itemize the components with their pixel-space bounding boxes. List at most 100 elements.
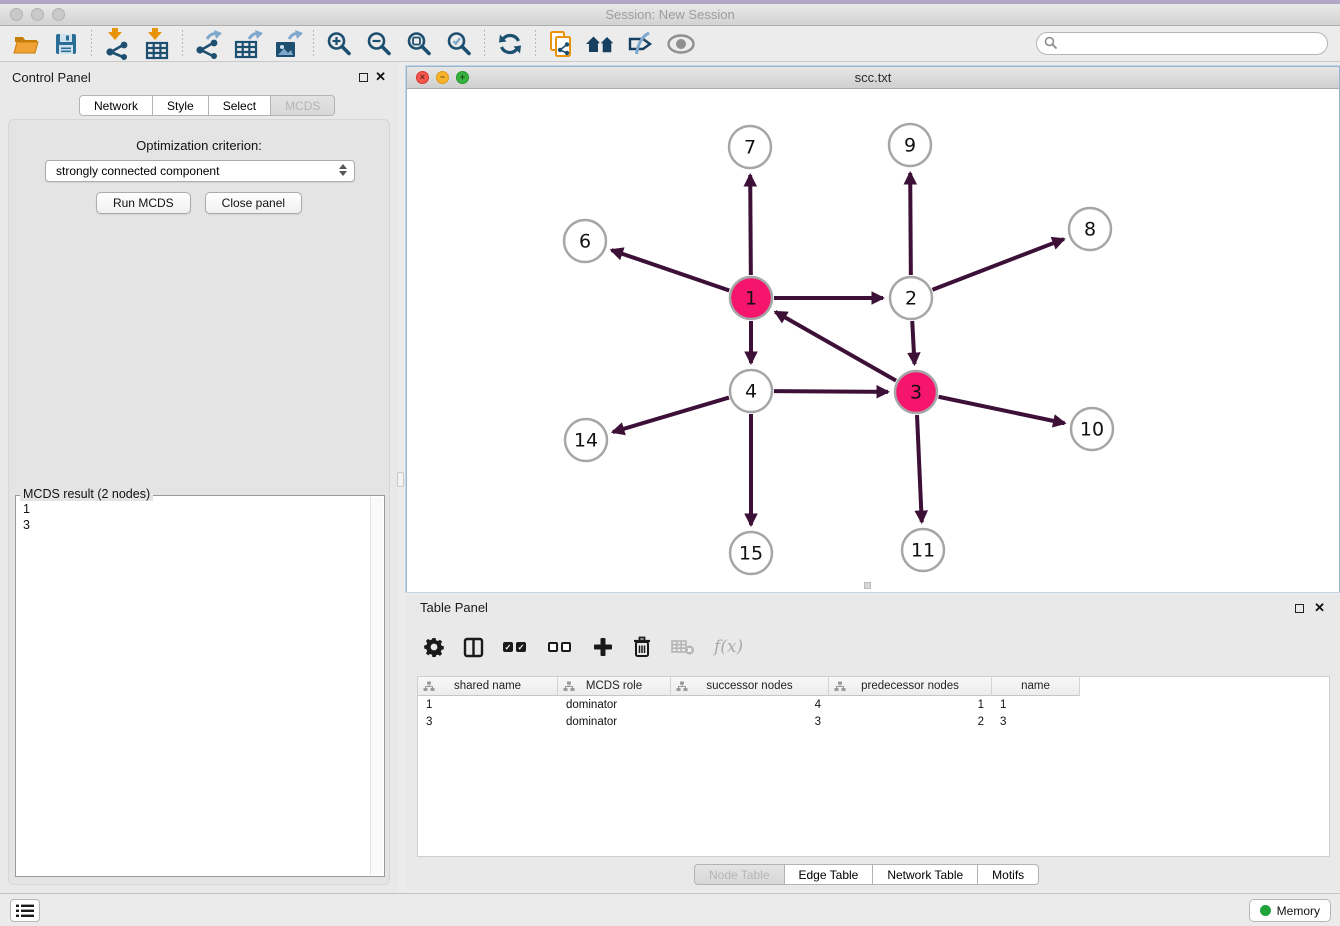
graph-node-9[interactable]: 9 <box>889 124 931 166</box>
tab-select[interactable]: Select <box>209 95 271 116</box>
minimize-view-icon[interactable]: − <box>436 71 449 84</box>
clone-network-icon <box>548 30 574 58</box>
memory-button[interactable]: Memory <box>1249 899 1331 922</box>
import-network-button[interactable] <box>97 28 137 60</box>
split-columns-button[interactable] <box>463 637 484 658</box>
import-table-button[interactable] <box>137 28 177 60</box>
float-table-panel-icon[interactable] <box>1295 604 1304 613</box>
view-resize-grip[interactable] <box>864 582 871 589</box>
add-column-button[interactable] <box>593 637 613 657</box>
tab-style[interactable]: Style <box>153 95 209 116</box>
zoom-in-button[interactable] <box>319 28 359 60</box>
application-window: Session: New Session <box>0 0 1340 926</box>
close-table-panel-icon[interactable]: ✕ <box>1314 600 1325 616</box>
label-off-button[interactable] <box>621 28 661 60</box>
network-window-titlebar[interactable]: × − + scc.txt <box>407 67 1339 89</box>
graph-edge-1-7[interactable] <box>750 175 751 275</box>
column-header-name[interactable]: name <box>992 677 1080 696</box>
double-home-icon <box>585 32 617 56</box>
svg-text:11: 11 <box>911 540 935 562</box>
network-graph: 7 9 6 8 1 2 4 3 14 10 15 11 <box>407 89 1339 591</box>
graph-edge-2-9[interactable] <box>910 173 911 275</box>
search-input[interactable] <box>1036 32 1328 55</box>
main-titlebar: Session: New Session <box>0 4 1340 26</box>
close-panel-button[interactable]: Close panel <box>205 192 302 214</box>
result-scrollbar[interactable] <box>370 497 383 875</box>
delete-selected-button[interactable] <box>632 636 652 658</box>
close-window-icon[interactable] <box>10 8 23 21</box>
task-history-button[interactable] <box>10 899 40 922</box>
graph-node-10[interactable]: 10 <box>1071 408 1113 450</box>
table-settings-button[interactable] <box>424 637 444 657</box>
splitter-handle[interactable] <box>397 472 404 487</box>
tab-network-table[interactable]: Network Table <box>873 864 978 885</box>
zoom-window-icon[interactable] <box>52 8 65 21</box>
clone-network-button[interactable] <box>541 28 581 60</box>
zoom-fit-button[interactable] <box>399 28 439 60</box>
mcds-panel: Optimization criterion: strongly connect… <box>8 119 390 885</box>
tab-node-table[interactable]: Node Table <box>694 864 785 885</box>
graph-edge-1-6[interactable] <box>611 250 729 290</box>
column-header-shared-name[interactable]: shared name <box>418 677 558 696</box>
eye-button[interactable] <box>661 28 701 60</box>
column-header-successor-nodes[interactable]: successor nodes <box>671 677 829 696</box>
tab-mcds[interactable]: MCDS <box>271 95 335 116</box>
zoom-selected-button[interactable] <box>439 28 479 60</box>
graph-node-2[interactable]: 2 <box>890 277 932 319</box>
graph-node-3[interactable]: 3 <box>895 371 937 413</box>
table-panel: Table Panel ✕ f(x) shared nameMCD <box>406 595 1340 891</box>
save-session-button[interactable] <box>46 28 86 60</box>
graph-node-1[interactable]: 1 <box>730 277 772 319</box>
table-row[interactable]: 3dominator323 <box>418 713 1329 730</box>
graph-node-15[interactable]: 15 <box>730 532 772 574</box>
graph-node-6[interactable]: 6 <box>564 220 606 262</box>
float-panel-icon[interactable] <box>359 73 368 82</box>
zoom-selected-icon <box>445 30 473 58</box>
mcds-result-list[interactable]: 13 <box>17 497 370 875</box>
minimize-window-icon[interactable] <box>31 8 44 21</box>
label-off-icon <box>627 31 655 57</box>
column-header-predecessor-nodes[interactable]: predecessor nodes <box>829 677 992 696</box>
tab-network[interactable]: Network <box>79 95 153 116</box>
select-all-button[interactable] <box>503 642 529 652</box>
graph-node-8[interactable]: 8 <box>1069 208 1111 250</box>
export-table-button[interactable] <box>228 28 268 60</box>
table-cell: 1 <box>992 696 1080 713</box>
graph-edge-2-3[interactable] <box>912 321 914 364</box>
zoom-out-icon <box>365 30 393 58</box>
graph-edge-4-3[interactable] <box>774 391 888 392</box>
table-row[interactable]: 1dominator411 <box>418 696 1329 713</box>
maximize-view-icon[interactable]: + <box>456 71 469 84</box>
criterion-select[interactable]: strongly connected component <box>45 160 355 182</box>
close-view-icon[interactable]: × <box>416 71 429 84</box>
unchecked-box-icon <box>548 642 558 652</box>
column-header-mcds-role[interactable]: MCDS role <box>558 677 671 696</box>
table-toolbar: f(x) <box>424 631 743 663</box>
run-mcds-button[interactable]: Run MCDS <box>96 192 191 214</box>
graph-edge-4-14[interactable] <box>613 398 729 432</box>
export-network-button[interactable] <box>188 28 228 60</box>
export-image-button[interactable] <box>268 28 308 60</box>
graph-edge-3-10[interactable] <box>939 397 1065 424</box>
graph-edge-3-1[interactable] <box>775 312 896 381</box>
delete-column-icon <box>671 639 695 656</box>
close-panel-icon[interactable]: ✕ <box>375 69 386 85</box>
graph-edge-3-11[interactable] <box>917 415 922 522</box>
search-field <box>1036 32 1328 55</box>
control-panel-header: Control Panel ✕ <box>0 68 398 88</box>
zoom-out-button[interactable] <box>359 28 399 60</box>
tab-edge-table[interactable]: Edge Table <box>785 864 874 885</box>
graph-node-11[interactable]: 11 <box>902 529 944 571</box>
table-cell: 3 <box>671 713 829 730</box>
graph-node-4[interactable]: 4 <box>730 370 772 412</box>
select-stepper-icon <box>339 164 347 176</box>
refresh-layout-button[interactable] <box>490 28 530 60</box>
deselect-all-button[interactable] <box>548 642 574 652</box>
tab-motifs[interactable]: Motifs <box>978 864 1039 885</box>
home-button[interactable] <box>581 28 621 60</box>
open-session-button[interactable] <box>6 28 46 60</box>
graph-node-7[interactable]: 7 <box>729 126 771 168</box>
graph-edge-2-8[interactable] <box>932 239 1063 290</box>
network-canvas[interactable]: 7 9 6 8 1 2 4 3 14 10 15 11 <box>407 89 1339 592</box>
graph-node-14[interactable]: 14 <box>565 419 607 461</box>
